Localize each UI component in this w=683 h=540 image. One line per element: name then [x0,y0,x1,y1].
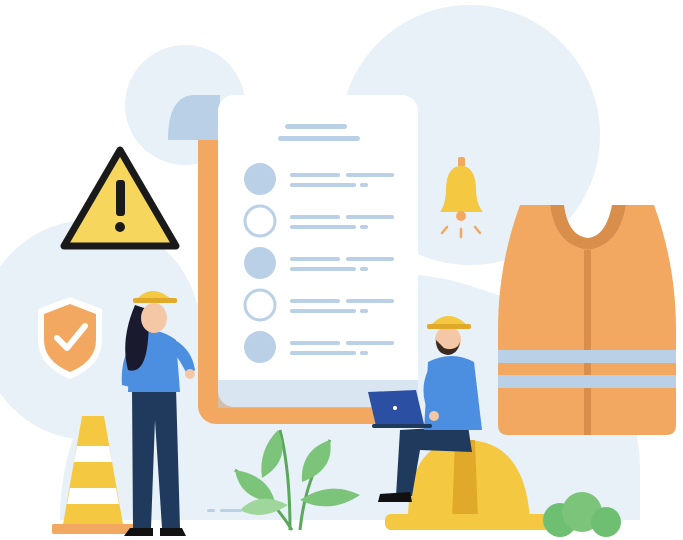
checklist-line [290,225,356,229]
checked-circle [244,163,276,195]
checklist-line [346,257,394,261]
checklist-line [290,309,356,313]
checklist-line [290,215,340,219]
checklist-line [290,257,340,261]
checklist-line [346,215,394,219]
checklist-line [290,341,340,345]
checked-circle [244,247,276,279]
checklist-line [290,267,356,271]
checklist-subtitle-line [278,136,360,141]
safety-illustration [0,5,676,537]
checklist-title-line [285,124,347,129]
checklist-line [346,299,394,303]
safety-vest-icon [498,205,676,435]
checklist-line [290,351,356,355]
checklist-line [360,183,368,187]
unchecked-circle [243,288,277,322]
checked-circle [244,331,276,363]
checklist-line [290,299,340,303]
checklist-line [346,341,394,345]
unchecked-circle [243,204,277,238]
ground-dashes [207,509,242,512]
checklist-line [360,309,368,313]
checklist-line [360,225,368,229]
checklist-line [290,183,356,187]
checklist-line [290,173,340,177]
checklist-line [346,173,394,177]
checklist-line [360,267,368,271]
checklist-document [168,95,418,424]
checklist-line [360,351,368,355]
warning-icon [60,146,180,250]
